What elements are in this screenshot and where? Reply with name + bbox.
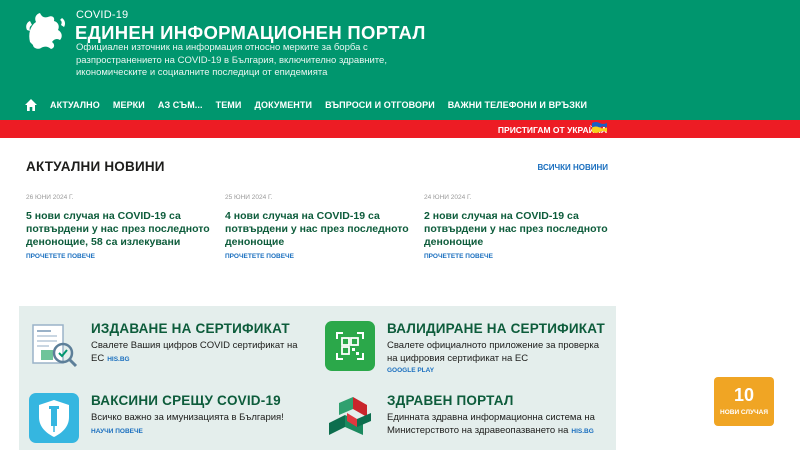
validate-title[interactable]: ВАЛИДИРАНЕ НА СЕРТИФИКАТ xyxy=(387,321,605,336)
nav-item-topics[interactable]: ТЕМИ xyxy=(216,100,242,110)
learn-more-link[interactable]: НАУЧИ ПОВЕЧЕ xyxy=(91,428,143,435)
new-cases-widget[interactable]: 10 НОВИ СЛУЧАЯ xyxy=(714,377,774,426)
nav-item-documents[interactable]: ДОКУМЕНТИ xyxy=(254,100,312,110)
subtitle: Официален източник на информация относно… xyxy=(76,42,387,78)
article-date: 24 ЮНИ 2024 Г. xyxy=(424,194,472,201)
certificate-text: Свалете Вашия цифров COVID сертификат на… xyxy=(91,339,313,366)
main-nav: АКТУАЛНО МЕРКИ АЗ СЪМ... ТЕМИ ДОКУМЕНТИ … xyxy=(24,97,600,113)
ukraine-flag-icon xyxy=(592,122,607,133)
nav-item-phones-links[interactable]: ВАЖНИ ТЕЛЕФОНИ И ВРЪЗКИ xyxy=(448,100,587,110)
health-portal-title[interactable]: ЗДРАВЕН ПОРТАЛ xyxy=(387,393,514,408)
site-header: COVID-19 ЕДИНЕН ИНФОРМАЦИОНЕН ПОРТАЛ Офи… xyxy=(0,0,800,120)
news-article[interactable]: 25 ЮНИ 2024 Г. 4 нови случая на COVID-19… xyxy=(225,194,410,260)
ukraine-banner-label[interactable]: ПРИСТИГАМ ОТ УКРАЙНА xyxy=(498,125,607,135)
his-bg-link[interactable]: HIS.BG xyxy=(571,428,593,435)
qr-phone-icon xyxy=(325,321,375,371)
article-date: 25 ЮНИ 2024 Г. xyxy=(225,194,273,201)
pre-title: COVID-19 xyxy=(76,9,129,21)
certificate-link[interactable]: HIS.BG xyxy=(107,356,129,363)
article-date: 26 ЮНИ 2024 Г. xyxy=(26,194,74,201)
nav-item-i-am[interactable]: АЗ СЪМ... xyxy=(158,100,203,110)
news-article[interactable]: 24 ЮНИ 2024 Г. 2 нови случая на COVID-19… xyxy=(424,194,609,260)
news-article[interactable]: 26 ЮНИ 2024 Г. 5 нови случая на COVID-19… xyxy=(26,194,211,260)
article-title[interactable]: 4 нови случая на COVID-19 са потвърдени … xyxy=(225,210,410,249)
certificate-icon xyxy=(32,324,78,368)
read-more-link[interactable]: ПРОЧЕТЕТЕ ПОВЕЧЕ xyxy=(225,253,294,260)
news-heading: АКТУАЛНИ НОВИНИ xyxy=(26,159,165,174)
nav-item-faq[interactable]: ВЪПРОСИ И ОТГОВОРИ xyxy=(325,100,435,110)
nav-item-measures[interactable]: МЕРКИ xyxy=(113,100,145,110)
nav-item-current[interactable]: АКТУАЛНО xyxy=(50,100,100,110)
vaccines-title[interactable]: ВАКСИНИ СРЕЩУ COVID-19 xyxy=(91,393,281,408)
crest-icon[interactable] xyxy=(24,8,68,52)
health-portal-text: Единната здравна информационна система н… xyxy=(387,411,609,438)
new-cases-count: 10 xyxy=(733,385,755,405)
ukraine-banner[interactable] xyxy=(0,120,800,138)
health-portal-description: Единната здравна информационна система н… xyxy=(387,412,595,436)
all-news-link[interactable]: ВСИЧКИ НОВИНИ xyxy=(537,163,608,172)
services-panel: ИЗДАВАНЕ НА СЕРТИФИКАТ Свалете Вашия циф… xyxy=(19,306,616,450)
vaccine-shield-icon xyxy=(29,393,79,443)
article-title[interactable]: 5 нови случая на COVID-19 са потвърдени … xyxy=(26,210,211,249)
validate-description: Свалете официалното приложение за провер… xyxy=(387,340,600,364)
new-cases-label: НОВИ СЛУЧАЯ xyxy=(720,409,768,416)
read-more-link[interactable]: ПРОЧЕТЕТЕ ПОВЕЧЕ xyxy=(424,253,493,260)
health-portal-icon xyxy=(329,397,371,435)
vaccines-description: Всичко важно за имунизацията в България! xyxy=(91,412,284,423)
page-title[interactable]: ЕДИНЕН ИНФОРМАЦИОНЕН ПОРТАЛ xyxy=(75,22,426,44)
home-icon[interactable] xyxy=(24,98,38,112)
google-play-link[interactable]: GOOGLE PLAY xyxy=(387,367,434,374)
certificate-title[interactable]: ИЗДАВАНЕ НА СЕРТИФИКАТ xyxy=(91,321,290,336)
read-more-link[interactable]: ПРОЧЕТЕТЕ ПОВЕЧЕ xyxy=(26,253,95,260)
article-title[interactable]: 2 нови случая на COVID-19 са потвърдени … xyxy=(424,210,609,249)
